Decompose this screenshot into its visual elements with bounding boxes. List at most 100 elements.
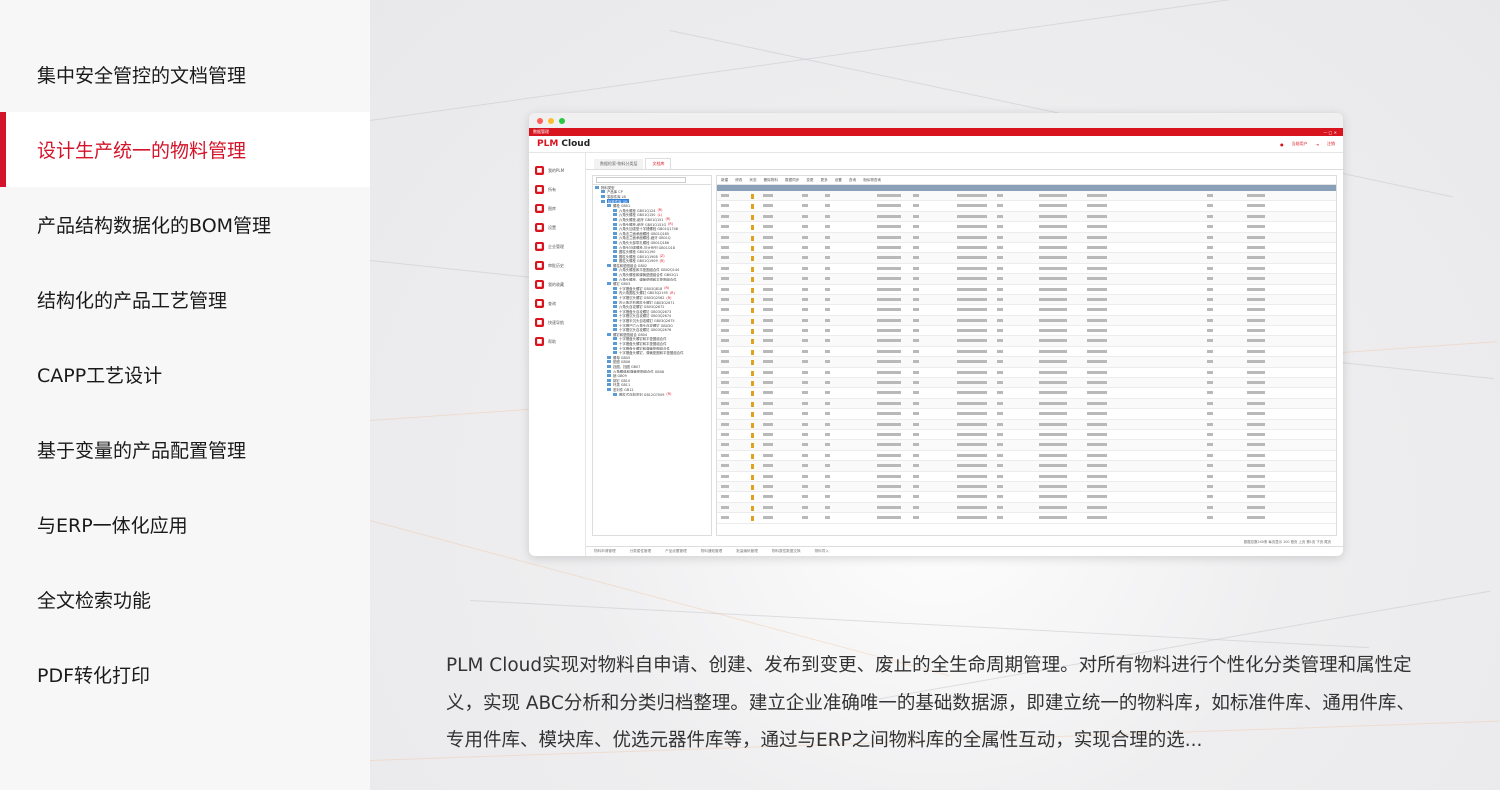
table-cell <box>1247 225 1265 229</box>
nav-item-4[interactable]: 结构化的产品工艺管理 <box>0 262 370 337</box>
table-cell <box>913 495 919 499</box>
material-icon <box>751 287 754 293</box>
table-cell <box>1087 401 1107 405</box>
table-cell <box>1087 381 1107 385</box>
table-cell <box>913 349 919 353</box>
table-row <box>717 513 1336 524</box>
table-cell <box>1207 266 1213 270</box>
folder-icon <box>613 323 617 327</box>
tree-node: 圆柱式自制密封 GB12Q7009 (R) <box>593 392 711 397</box>
category-tree: 物料类型 产品库 CP 零部件库 LB 标准件库 GB 螺栓 GB01 六角头螺栓 GB0… <box>592 175 712 536</box>
table-cell <box>997 256 1003 260</box>
sidebar-item-label: 查询 <box>548 300 556 306</box>
window-controls-icon: — □ ✕ <box>1323 129 1337 135</box>
table-cell <box>957 256 987 260</box>
grid-rows <box>717 191 1336 524</box>
tree-node-flag: (R) <box>666 392 672 397</box>
folder-icon <box>613 250 617 254</box>
nav-item-1[interactable]: 集中安全管控的文档管理 <box>0 37 370 112</box>
material-icon <box>751 370 754 376</box>
table-cell <box>1247 349 1265 353</box>
table-cell <box>1247 453 1265 457</box>
sidebar-item-icon: ■ <box>535 242 544 251</box>
nav-item-6[interactable]: 基于变量的产品配置管理 <box>0 412 370 487</box>
table-cell <box>1087 214 1107 218</box>
table-cell <box>1087 432 1107 436</box>
table-cell <box>802 308 808 312</box>
table-cell <box>1207 329 1213 333</box>
table-cell <box>802 464 808 468</box>
table-cell <box>763 329 773 333</box>
nav-item-9[interactable]: PDF转化打印 <box>0 637 370 712</box>
window-title: 数据管理 <box>533 129 549 134</box>
sidebar-item-icon: ■ <box>535 185 544 194</box>
table-cell <box>997 505 1003 509</box>
folder-icon <box>613 259 617 263</box>
table-cell <box>1207 484 1213 488</box>
folder-icon <box>607 263 611 267</box>
table-cell <box>721 453 729 457</box>
table-cell <box>721 360 729 364</box>
table-cell <box>1247 235 1265 239</box>
app-sidebar-item: ■ 我的收藏 <box>529 275 585 294</box>
table-cell <box>1207 256 1213 260</box>
folder-icon <box>613 300 617 304</box>
sidebar-item-icon: ■ <box>535 299 544 308</box>
folder-icon <box>613 392 617 396</box>
table-cell <box>1039 505 1067 509</box>
app-sidebar-item: ■ 帮助 <box>529 332 585 351</box>
table-row <box>717 409 1336 420</box>
table-cell <box>957 381 987 385</box>
nav-item-5[interactable]: CAPP工艺设计 <box>0 337 370 412</box>
table-cell <box>957 277 987 281</box>
table-row <box>717 461 1336 472</box>
table-cell <box>877 391 901 395</box>
table-cell <box>913 214 919 218</box>
sidebar-item-icon: ■ <box>535 166 544 175</box>
table-cell <box>877 505 901 509</box>
table-cell <box>957 245 987 249</box>
table-cell <box>957 287 987 291</box>
table-cell <box>1247 297 1265 301</box>
table-cell <box>1087 225 1107 229</box>
tree-node-flag: (R) <box>669 290 675 295</box>
table-cell <box>721 370 729 374</box>
plm-cloud-logo: PLM Cloud <box>537 139 591 149</box>
table-cell <box>913 266 919 270</box>
table-cell <box>913 422 919 426</box>
nav-item-8[interactable]: 全文检索功能 <box>0 562 370 637</box>
nav-item-2[interactable]: 设计生产统一的物料管理 <box>0 112 370 187</box>
table-cell <box>877 360 901 364</box>
table-cell <box>1207 495 1213 499</box>
table-cell <box>997 277 1003 281</box>
app-sidebar-item: ■ 图库 <box>529 199 585 218</box>
table-cell <box>1039 432 1067 436</box>
table-cell <box>877 495 901 499</box>
table-cell <box>997 287 1003 291</box>
table-cell <box>1039 484 1067 488</box>
nav-item-7[interactable]: 与ERP一体化应用 <box>0 487 370 562</box>
table-cell <box>802 391 808 395</box>
nav-item-3[interactable]: 产品结构数据化的BOM管理 <box>0 187 370 262</box>
table-cell <box>1087 235 1107 239</box>
close-dot-icon <box>537 117 543 124</box>
table-row <box>717 451 1336 462</box>
table-cell <box>825 474 830 478</box>
grid-toolbar-item: 新建 <box>721 177 729 182</box>
table-cell <box>802 432 808 436</box>
grid-toolbar: 新建 修改 状态 删除物料 数据同步 变更 更多 设置 查询 相似物查询 <box>717 176 1336 185</box>
table-cell <box>1039 464 1067 468</box>
table-cell <box>721 329 729 333</box>
table-cell <box>825 194 830 197</box>
table-cell <box>763 505 773 509</box>
material-icon <box>751 516 754 522</box>
table-cell <box>721 297 729 301</box>
table-cell <box>721 204 729 208</box>
table-cell <box>997 308 1003 312</box>
tree-node-flag: (R) <box>657 208 663 213</box>
user-label: 当前用户 <box>1291 141 1308 146</box>
folder-icon <box>613 346 617 350</box>
table-cell <box>1207 194 1213 197</box>
table-cell <box>721 495 729 499</box>
table-cell <box>763 287 773 291</box>
